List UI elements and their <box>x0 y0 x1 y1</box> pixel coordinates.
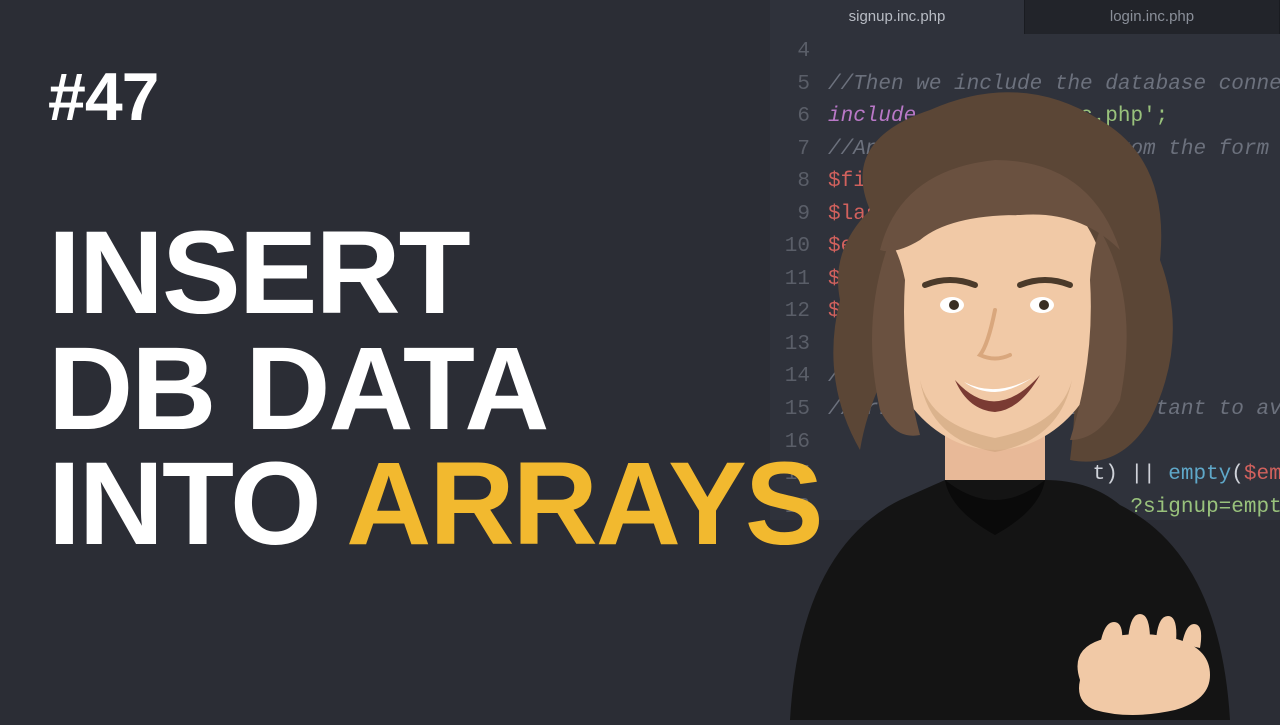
headline-line-3: INTO ARRAYS <box>48 447 822 563</box>
code-content <box>828 36 1280 69</box>
code-line: 4 <box>770 36 1280 69</box>
code-line: 6include_once 'dbh.inc.php'; <box>770 101 1280 134</box>
code-content: $pwd = $_POST['pwd']; <box>828 296 1280 329</box>
code-line: 15//Error handlers are important to avoi… <box>770 394 1280 427</box>
code-line: 16 <box>770 427 1280 460</box>
code-content: $email = $_POST['email']; <box>828 231 1280 264</box>
code-content: $first = $_POST['first']; <box>828 166 1280 199</box>
code-body: 4 5//Then we include the database connec… <box>770 34 1280 524</box>
headline-accent: ARRAYS <box>346 438 821 570</box>
code-line: 18 ?signup=empty" <box>770 492 1280 525</box>
headline-line-2: DB DATA <box>48 332 822 448</box>
thumbnail-canvas: signup.inc.phplogin.inc.php 4 5//Then we… <box>0 0 1280 720</box>
code-line: 8$first = $_POST['first']; <box>770 166 1280 199</box>
code-line: 9$last = $_POST['last']; <box>770 199 1280 232</box>
headline: INSERT DB DATA INTO ARRAYS <box>48 216 822 563</box>
code-line: 7//And we get the data from the form <box>770 134 1280 167</box>
code-content: //Error handlers <box>828 361 1280 394</box>
line-number: 5 <box>770 69 828 102</box>
code-content: t) || empty($ema <box>828 459 1280 492</box>
code-line: 11$uid = $_POST['uid']; <box>770 264 1280 297</box>
code-content: //Then we include the database connectio… <box>828 69 1280 102</box>
code-editor-panel: signup.inc.phplogin.inc.php 4 5//Then we… <box>770 0 1280 520</box>
episode-number: #47 <box>48 58 158 136</box>
code-line: 13 <box>770 329 1280 362</box>
code-line: 12$pwd = $_POST['pwd']; <box>770 296 1280 329</box>
editor-tab[interactable]: login.inc.php <box>1025 0 1280 34</box>
headline-line-1: INSERT <box>48 216 822 332</box>
line-number: 7 <box>770 134 828 167</box>
editor-tab-bar: signup.inc.phplogin.inc.php <box>770 0 1280 34</box>
code-line: 10$email = $_POST['email']; <box>770 231 1280 264</box>
line-number: 8 <box>770 166 828 199</box>
code-line: 17 t) || empty($ema <box>770 459 1280 492</box>
line-number: 4 <box>770 36 828 69</box>
code-content <box>828 427 1280 460</box>
code-content: include_once 'dbh.inc.php'; <box>828 101 1280 134</box>
code-content <box>828 329 1280 362</box>
editor-tab[interactable]: signup.inc.php <box>770 0 1025 34</box>
code-content: //Error handlers are important to avoid … <box>828 394 1280 427</box>
code-line: 5//Then we include the database connecti… <box>770 69 1280 102</box>
code-content: $last = $_POST['last']; <box>828 199 1280 232</box>
code-line: 14//Error handlers <box>770 361 1280 394</box>
code-content: //And we get the data from the form <box>828 134 1280 167</box>
line-number: 6 <box>770 101 828 134</box>
code-content: $uid = $_POST['uid']; <box>828 264 1280 297</box>
code-content: ?signup=empty" <box>828 492 1280 525</box>
